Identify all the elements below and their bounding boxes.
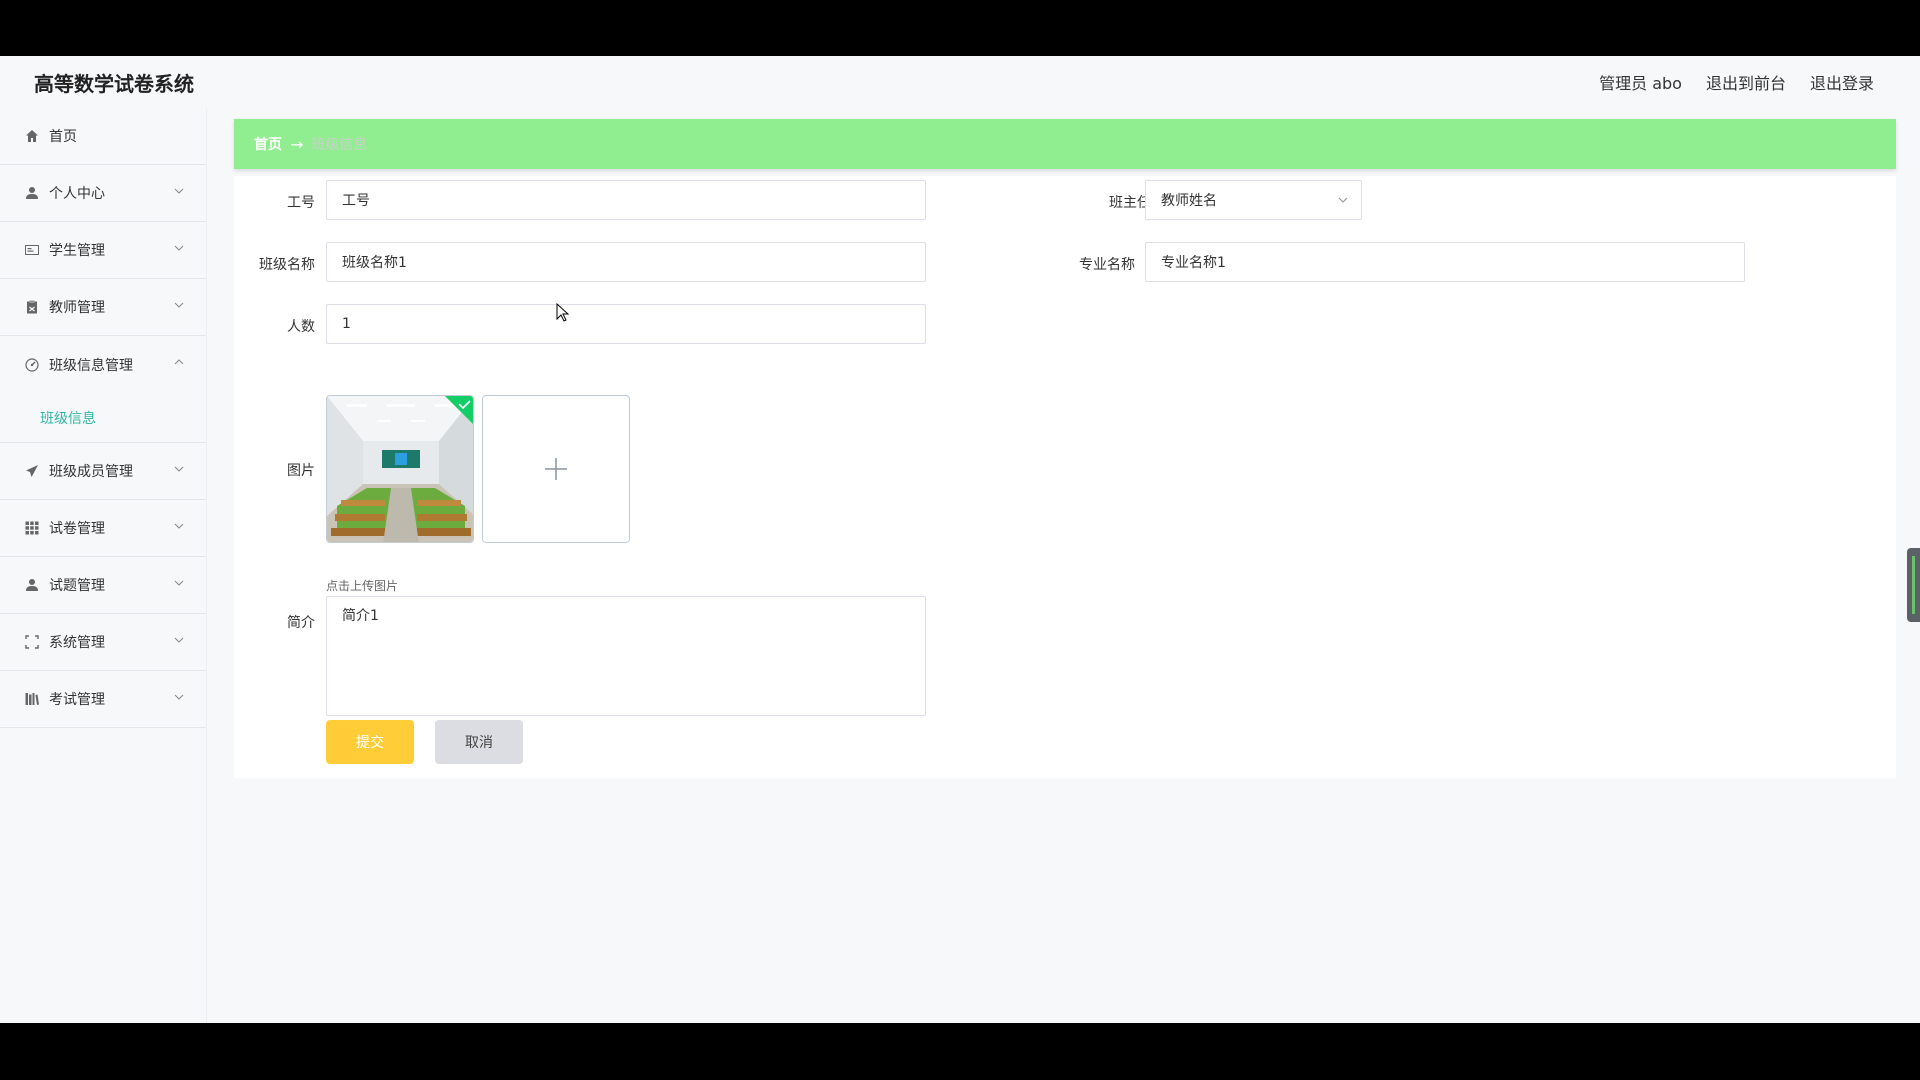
breadcrumb-separator: → [290,134,304,154]
paper-plane-icon [25,464,39,478]
breadcrumb: 首页 → 班级信息 [234,119,1896,169]
clipboard-icon [25,300,39,314]
sidebar-item-questions[interactable]: 试题管理 [0,557,206,614]
image-label: 图片 [287,463,315,479]
gonghao-input[interactable]: 工号 [326,180,926,220]
banzhuren-label: 班主任 [1109,195,1151,211]
sidebar-item-label: 学生管理 [49,243,105,259]
sidebar-item-system[interactable]: 系统管理 [0,614,206,671]
sidebar-item-home[interactable]: 首页 [0,108,206,165]
upload-add-button[interactable] [482,395,630,543]
sidebar: 首页 个人中心 学生管理 教师管理 班级信息管理 班级信息 班级成员管理 试卷管… [0,108,207,1023]
chevron-down-icon [174,694,184,700]
app-title: 高等数学试卷系统 [34,72,194,96]
cancel-button[interactable]: 取消 [435,720,523,764]
side-drawer-handle[interactable] [1907,548,1920,622]
sidebar-item-label: 试题管理 [49,578,105,594]
home-icon [25,129,39,143]
chevron-down-icon [174,245,184,251]
chevron-down-icon [174,637,184,643]
uploaded-image-thumbnail[interactable] [326,395,474,543]
chevron-down-icon [174,302,184,308]
user-icon [25,186,39,200]
top-header: 高等数学试卷系统 管理员 abo 退出到前台 退出登录 [0,56,1920,108]
sidebar-item-personal-center[interactable]: 个人中心 [0,165,206,222]
intro-label: 简介 [287,615,315,631]
mouse-cursor-icon [556,303,570,322]
main-content: 首页 → 班级信息 工号 工号 班主任 教师姓名 班级名称 班级名称1 专业名称… [207,108,1920,1023]
sidebar-item-papers[interactable]: 试卷管理 [0,500,206,557]
gonghao-label: 工号 [287,195,315,211]
sidebar-item-label: 班级成员管理 [49,464,133,480]
sidebar-item-label: 考试管理 [49,692,105,708]
current-user: 管理员 abo [1599,74,1682,93]
sidebar-item-label: 教师管理 [49,300,105,316]
chevron-down-icon [174,188,184,194]
count-label: 人数 [287,319,315,335]
classroom-image [327,396,473,542]
sidebar-item-label: 系统管理 [49,635,105,651]
chevron-down-icon [174,466,184,472]
sidebar-subitem-class-info[interactable]: 班级信息 [0,393,206,443]
exit-to-front-link[interactable]: 退出到前台 [1706,70,1786,94]
chevron-down-icon [174,580,184,586]
banzhuren-select-value: 教师姓名 [1161,193,1217,209]
sidebar-item-exams[interactable]: 考试管理 [0,671,206,728]
major-input[interactable]: 专业名称1 [1145,242,1745,282]
sidebar-item-label: 试卷管理 [49,521,105,537]
grid-icon [25,521,39,535]
sidebar-item-label: 个人中心 [49,186,105,202]
chevron-down-icon [1338,197,1348,203]
sidebar-item-class-info-management[interactable]: 班级信息管理 [0,336,206,393]
books-icon [25,692,39,706]
plus-icon [545,458,567,480]
top-letterbox [0,0,1920,56]
sidebar-item-class-members[interactable]: 班级成员管理 [0,443,206,500]
major-label: 专业名称 [1079,257,1135,273]
bottom-letterbox [0,1023,1920,1080]
class-name-label: 班级名称 [259,257,315,273]
sidebar-item-teachers[interactable]: 教师管理 [0,279,206,336]
submit-button[interactable]: 提交 [326,720,414,764]
breadcrumb-current: 班级信息 [311,137,368,153]
class-info-form: 工号 工号 班主任 教师姓名 班级名称 班级名称1 专业名称 专业名称1 人数 … [234,176,1896,778]
upload-tip: 点击上传图片 [326,579,399,593]
banzhuren-select[interactable]: 教师姓名 [1145,180,1362,220]
count-input[interactable]: 1 [326,304,926,344]
id-card-icon [25,243,39,257]
gauge-icon [25,357,39,372]
sidebar-item-students[interactable]: 学生管理 [0,222,206,279]
breadcrumb-home-link[interactable]: 首页 [254,134,282,154]
chevron-up-icon [174,359,184,365]
user-icon [25,578,39,592]
sidebar-item-label: 班级信息管理 [49,357,133,374]
class-name-input[interactable]: 班级名称1 [326,242,926,282]
app-window: 高等数学试卷系统 管理员 abo 退出到前台 退出登录 首页 个人中心 学生管理 [0,56,1920,1023]
intro-textarea[interactable]: 简介1 [326,596,926,716]
chevron-down-icon [174,523,184,529]
expand-icon [25,635,39,649]
logout-link[interactable]: 退出登录 [1810,70,1874,94]
sidebar-item-label: 首页 [49,129,77,145]
header-actions: 管理员 abo 退出到前台 退出登录 [1599,70,1874,94]
